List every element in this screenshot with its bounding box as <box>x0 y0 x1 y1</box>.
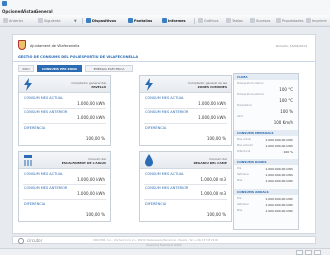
toolbar-back-button[interactable]: Anterior <box>3 17 23 25</box>
devices-icon <box>86 18 91 23</box>
toolbar-events-button[interactable]: Sucesos <box>250 17 270 25</box>
toolbar-graphs-button[interactable]: Gráficos <box>198 17 218 25</box>
toolbar-screens-button[interactable]: Pantallas <box>128 17 152 25</box>
annual-heading: CONSUMS ANUALS <box>234 189 298 195</box>
shower-icon <box>24 155 32 166</box>
info-sidebar: CLIMA Temperatura interior 100 °C Temper… <box>233 73 299 230</box>
table-icon <box>226 18 231 23</box>
menu-opciones[interactable]: Opciones <box>2 9 23 14</box>
tab-energia-electrica[interactable]: ENERGIA ELÈCTRICA <box>85 65 133 72</box>
card-escalfament-aigua: Consum del ESCALFAMENT DE L'AIGUA CONSUM… <box>18 151 111 222</box>
water-drop-icon <box>145 154 153 167</box>
lightning-icon <box>145 78 153 91</box>
municipality-logo <box>18 40 26 50</box>
clima-heading: CLIMA <box>234 74 298 80</box>
tab-consums-per-zona[interactable]: CONSUMS PER ZONA <box>37 65 82 72</box>
toolbar-devices-button[interactable]: Dispositivos <box>86 17 116 25</box>
reports-icon <box>162 18 167 23</box>
municipality-name: Ajuntament de Vilafeconella <box>30 44 80 48</box>
properties-icon <box>276 18 281 23</box>
lightning-icon <box>24 78 32 91</box>
card-regadiu-camp: Consum del REGADIU DEL CAMP CONSUM MES A… <box>139 151 232 222</box>
status-button-3[interactable] <box>314 250 321 255</box>
toolbar-print-button[interactable]: Imprimir <box>306 17 327 25</box>
toolbar-tables-button[interactable]: Tablas <box>226 17 243 25</box>
back-arrow-icon <box>3 18 8 23</box>
app-icon <box>2 1 7 6</box>
toolbar: Anterior Siguiente ▼ Dispositivos Pantal… <box>0 15 330 27</box>
scada-screen: Ajuntament de Vilafeconella Dimarts, 15/… <box>12 34 316 234</box>
page-title: GESTIÓ DE CONSUMS DEL POLIESPORTIU DE VI… <box>13 54 315 62</box>
daily-heading: CONSUMS DIARIS <box>234 159 298 165</box>
footer-brand: circutor <box>27 238 43 243</box>
monthly-heading: CONSUMS MENSUALS <box>234 130 298 136</box>
title-bar <box>0 0 330 7</box>
menu-vistas[interactable]: Vistas <box>22 9 36 14</box>
print-icon <box>306 18 311 23</box>
graph-icon <box>198 18 203 23</box>
events-icon <box>250 18 255 23</box>
app-window: Opciones Vistas General Anterior Siguien… <box>0 0 330 255</box>
chevron-down-icon: ▼ <box>74 19 77 23</box>
footer-address: CIRCUTOR, S.A. · Vial Sant Jordi, s/n · … <box>93 239 218 242</box>
toolbar-properties-button[interactable]: Propiedades <box>276 17 303 25</box>
menu-bar: Opciones Vistas General <box>0 7 330 15</box>
footer: circutor CIRCUTOR, S.A. · Vial Sant Jord… <box>12 236 316 244</box>
screens-icon <box>128 18 133 23</box>
toolbar-dropdown[interactable]: ▼ <box>74 17 77 25</box>
tab-inici[interactable]: INICI <box>18 65 34 72</box>
status-button-1[interactable] <box>296 250 303 255</box>
forward-arrow-icon <box>38 18 43 23</box>
toolbar-forward-button[interactable]: Siguiente <box>38 17 61 25</box>
status-bar <box>0 248 330 255</box>
card-zones-comunes: Comptador general de les ZONES COMUNES C… <box>139 75 232 146</box>
card-pavello: Comptador general del PAVELLÓ CONSUM MES… <box>18 75 111 146</box>
status-button-2[interactable] <box>305 250 312 255</box>
toolbar-reports-button[interactable]: Informes <box>162 17 186 25</box>
menu-general[interactable]: General <box>35 9 53 14</box>
date-label: Dimarts, 15/06/2013 <box>275 44 307 48</box>
